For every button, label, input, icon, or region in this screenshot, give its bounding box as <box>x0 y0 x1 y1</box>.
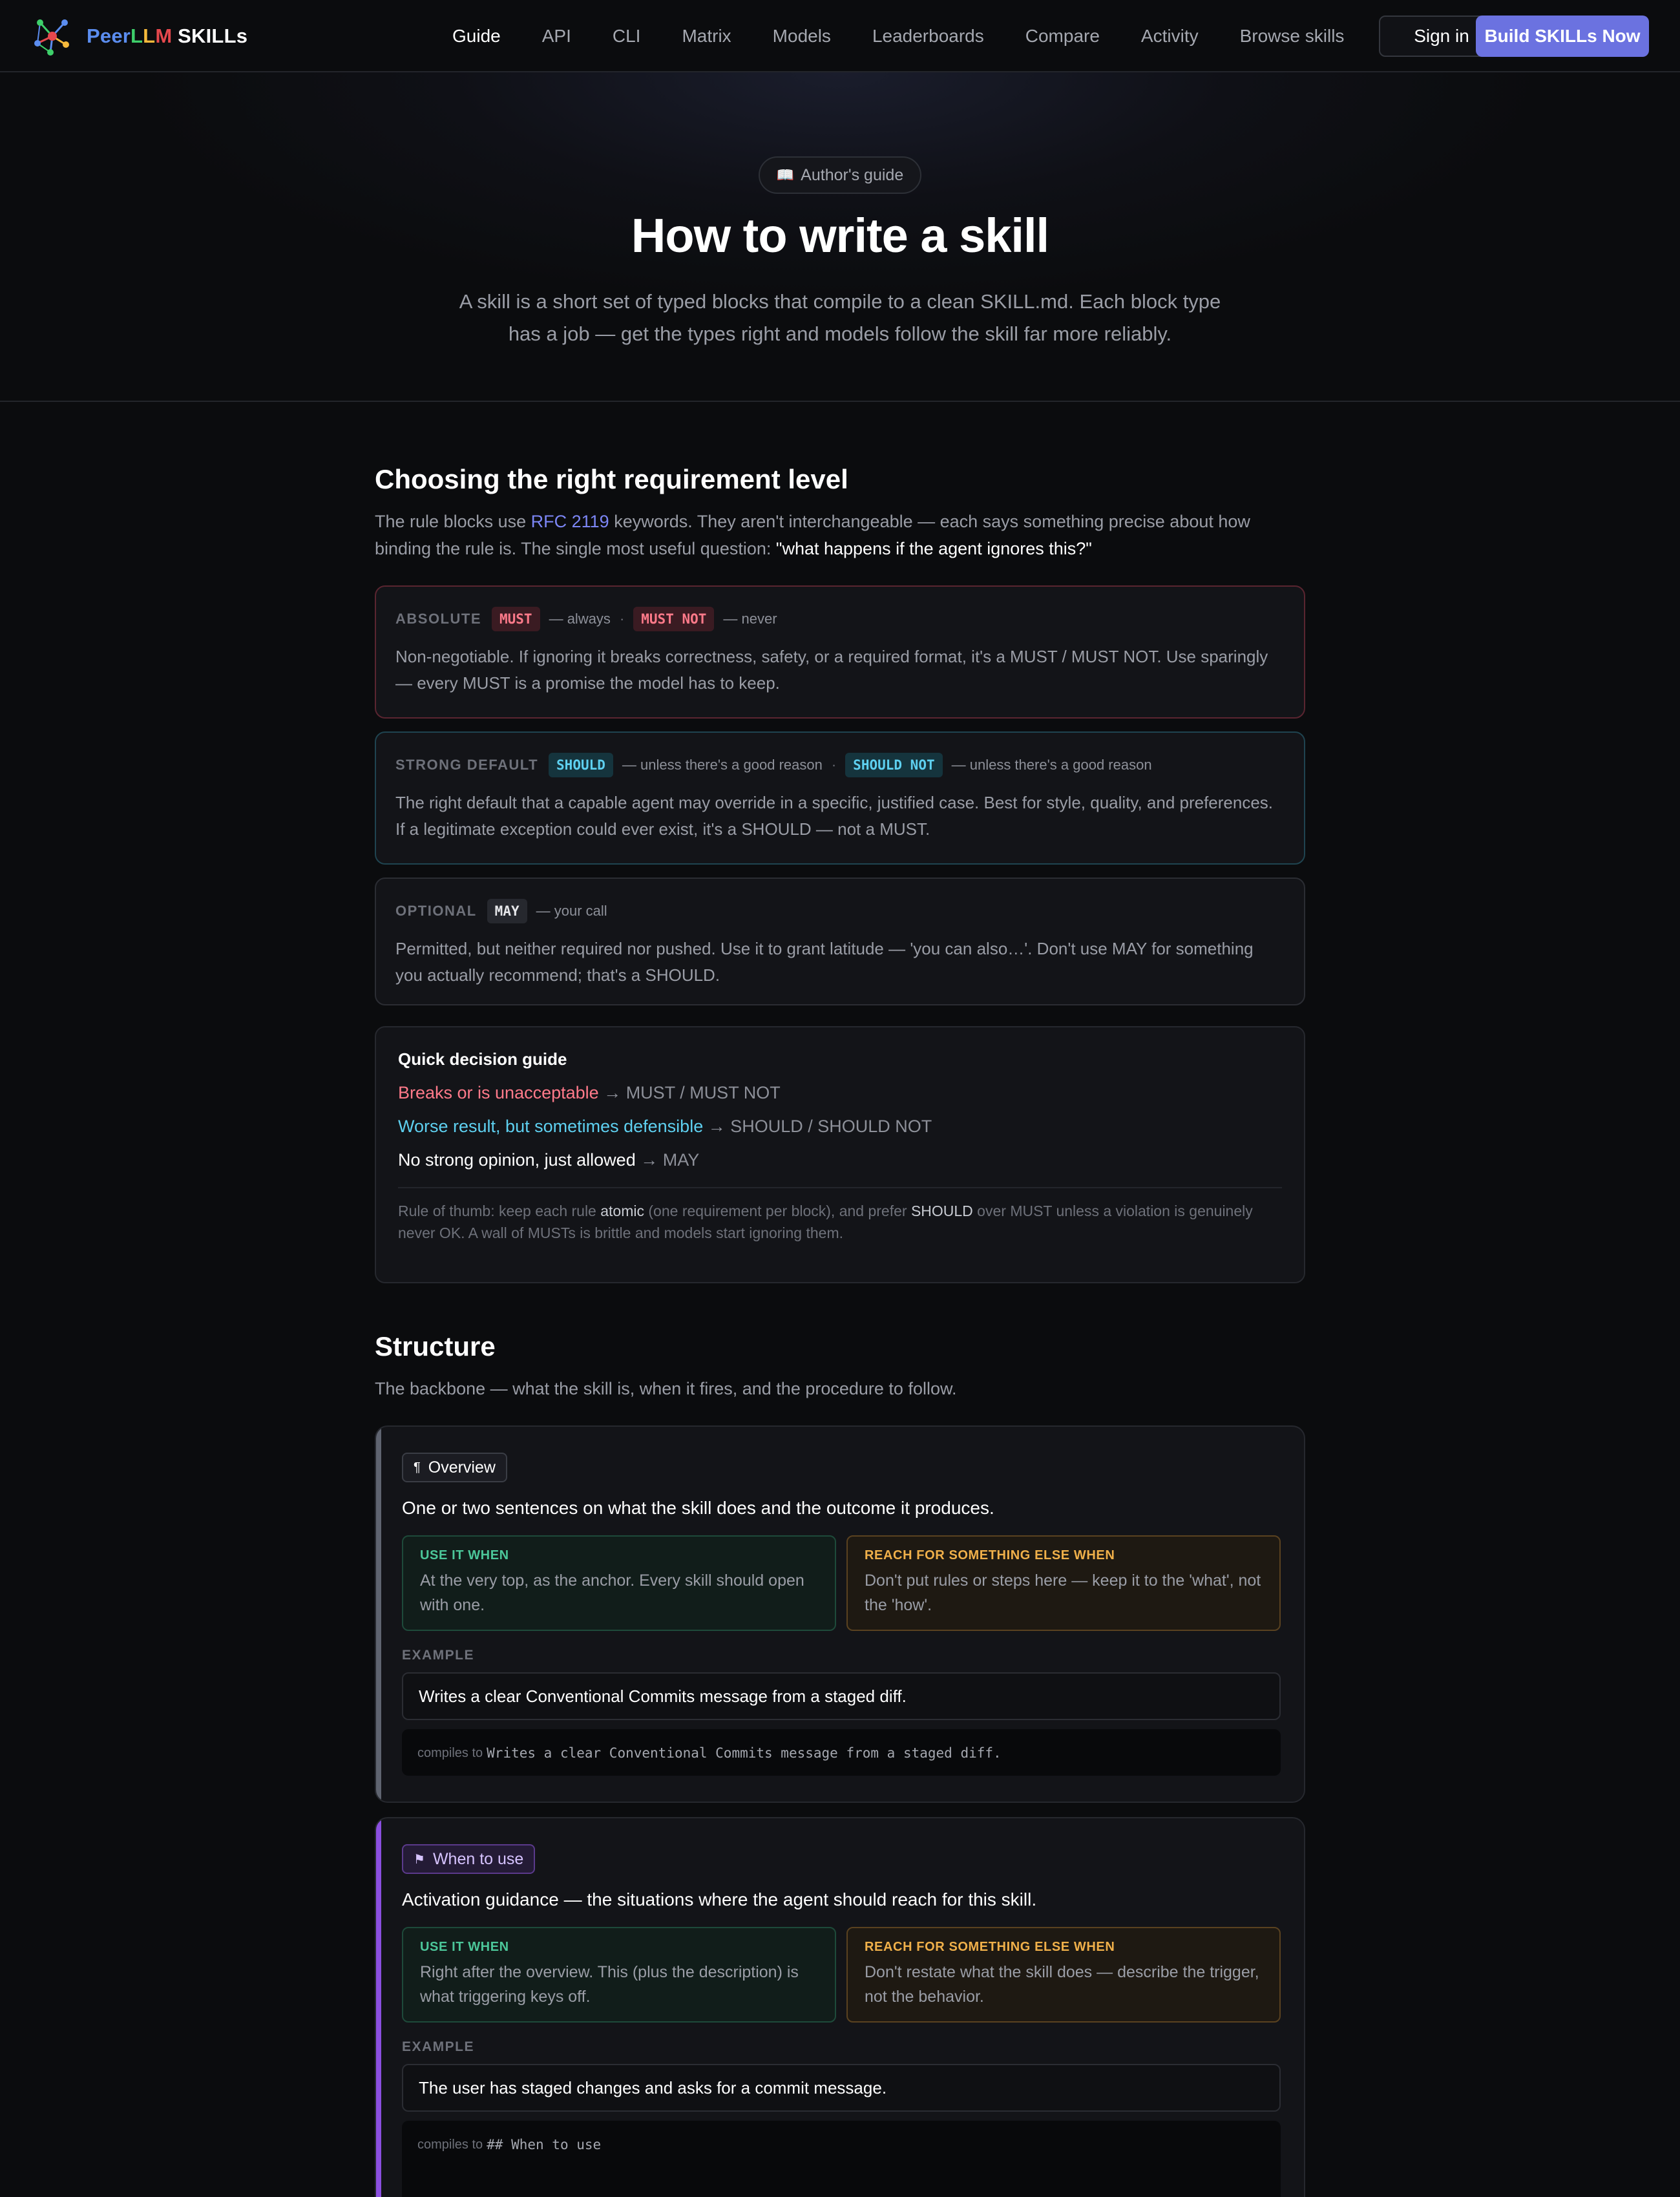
compiled-code: Writes a clear Conventional Commits mess… <box>487 1745 1002 1761</box>
compiled-output: compiles to Writes a clear Conventional … <box>402 1729 1281 1776</box>
use-it-when-box: USE IT WHEN At the very top, as the anch… <box>402 1535 836 1631</box>
separator-dot: · <box>831 757 837 773</box>
page-title: How to write a skill <box>631 209 1049 262</box>
tag-label: Overview <box>428 1458 496 1477</box>
authors-guide-badge: 📖 Author's guide <box>759 156 921 194</box>
top-nav: PeerLLM SKILLs Guide API CLI Matrix Mode… <box>0 0 1680 72</box>
keyword-must: MUST <box>492 607 540 631</box>
pilcrow-icon: ¶ <box>414 1460 421 1475</box>
nav-link-leaderboards[interactable]: Leaderboards <box>872 26 984 47</box>
use-heading: USE IT WHEN <box>420 1940 509 1954</box>
guide-row-may: No strong opinion, just allowed → MAY <box>398 1150 700 1170</box>
requirements-heading: Choosing the right requirement level <box>375 464 848 494</box>
nav-link-models[interactable]: Models <box>773 26 831 47</box>
nav-link-api[interactable]: API <box>542 26 571 47</box>
block-card-when-to-use: ⚑ When to use Activation guidance — the … <box>375 1817 1305 2197</box>
network-logo-icon <box>34 19 69 56</box>
block-type-tag-when-to-use: ⚑ When to use <box>402 1844 536 1874</box>
nav-link-activity[interactable]: Activity <box>1141 26 1199 47</box>
level-header: ABSOLUTE MUST — always · MUST NOT — neve… <box>395 606 1285 632</box>
usage-grid: USE IT WHEN At the very top, as the anch… <box>402 1535 1281 1631</box>
book-icon: 📖 <box>776 167 795 183</box>
keyword-desc: — never <box>723 611 777 627</box>
example-box: The user has staged changes and asks for… <box>402 2064 1281 2112</box>
brand-name: PeerLLM SKILLs <box>87 25 248 47</box>
level-card-optional: OPTIONAL MAY — your call Permitted, but … <box>375 878 1305 1005</box>
block-type-tag-overview: ¶ Overview <box>402 1453 507 1482</box>
else-text: Don't put rules or steps here — keep it … <box>865 1572 1261 1614</box>
nav-link-browse-skills[interactable]: Browse skills <box>1240 26 1345 47</box>
use-text: At the very top, as the anchor. Every sk… <box>420 1572 804 1614</box>
example-label: EXAMPLE <box>402 1648 475 1663</box>
block-lead: Activation guidance — the situations whe… <box>402 1889 1037 1909</box>
flag-icon: ⚑ <box>414 1852 425 1867</box>
brand-logo-link[interactable]: PeerLLM SKILLs <box>31 14 247 58</box>
structure-heading: Structure <box>375 1331 496 1361</box>
use-something-else-box: REACH FOR SOMETHING ELSE WHEN Don't rest… <box>846 1927 1281 2023</box>
keyword-must-not: MUST NOT <box>633 607 715 631</box>
nav-link-cli[interactable]: CLI <box>613 26 641 47</box>
block-accent-bar <box>376 1818 381 2197</box>
use-it-when-box: USE IT WHEN Right after the overview. Th… <box>402 1927 836 2023</box>
keyword-should-not: SHOULD NOT <box>845 753 943 777</box>
usage-grid: USE IT WHEN Right after the overview. Th… <box>402 1927 1281 2023</box>
guide-title: Quick decision guide <box>398 1049 567 1069</box>
compiles-to-label: compiles to <box>417 2138 483 2152</box>
rfc-2119-link[interactable]: RFC 2119 <box>531 512 609 531</box>
compiled-output: compiles to ## When to use <box>402 2121 1281 2197</box>
level-body: Non-negotiable. If ignoring it breaks co… <box>395 647 1268 693</box>
level-card-strong-default: STRONG DEFAULT SHOULD — unless there's a… <box>375 731 1305 865</box>
else-text: Don't restate what the skill does — desc… <box>865 1963 1259 2006</box>
quick-decision-guide: Quick decision guide Breaks or is unacce… <box>375 1026 1305 1283</box>
page-subtitle: A skill is a short set of typed blocks t… <box>459 290 1221 345</box>
level-header: STRONG DEFAULT SHOULD — unless there's a… <box>395 752 1285 778</box>
nav-link-compare[interactable]: Compare <box>1025 26 1100 47</box>
level-card-absolute: ABSOLUTE MUST — always · MUST NOT — neve… <box>375 585 1305 719</box>
keyword-may: MAY <box>487 899 527 923</box>
nav-link-guide[interactable]: Guide <box>452 26 501 47</box>
keyword-desc: — unless there's a good reason <box>622 757 823 773</box>
level-label: STRONG DEFAULT <box>395 757 539 773</box>
separator-dot: · <box>619 611 625 627</box>
use-heading: USE IT WHEN <box>420 1548 509 1562</box>
block-content: ⚑ When to use Activation guidance — the … <box>402 1844 1281 2197</box>
use-text: Right after the overview. This (plus the… <box>420 1963 799 2006</box>
guide-row-should: Worse result, but sometimes defensible →… <box>398 1117 932 1136</box>
else-heading: REACH FOR SOMETHING ELSE WHEN <box>865 1548 1115 1562</box>
nav-link-matrix[interactable]: Matrix <box>682 26 731 47</box>
block-accent-bar <box>376 1427 381 1802</box>
nav-links: Guide API CLI Matrix Models Leaderboards… <box>452 0 1385 72</box>
block-content: ¶ Overview One or two sentences on what … <box>402 1453 1281 1776</box>
hero: 📖 Author's guide How to write a skill A … <box>0 72 1680 402</box>
keyword-desc: — your call <box>536 903 607 919</box>
guide-row-must: Breaks or is unacceptable → MUST / MUST … <box>398 1083 781 1102</box>
badge-label: Author's guide <box>801 165 904 184</box>
example-label: EXAMPLE <box>402 2039 475 2054</box>
example-box: Writes a clear Conventional Commits mess… <box>402 1672 1281 1720</box>
level-body: Permitted, but neither required nor push… <box>395 939 1254 985</box>
keyword-desc: — unless there's a good reason <box>951 757 1152 773</box>
rule-of-thumb: Rule of thumb: keep each rule atomic (on… <box>398 1203 1253 1241</box>
tag-label: When to use <box>432 1849 524 1868</box>
level-label: OPTIONAL <box>395 903 477 919</box>
keyword-desc: — always <box>549 611 611 627</box>
build-skills-button[interactable]: Build SKILLs Now <box>1476 16 1649 57</box>
compiles-to-label: compiles to <box>417 1746 483 1760</box>
divider <box>398 1187 1282 1188</box>
else-heading: REACH FOR SOMETHING ELSE WHEN <box>865 1940 1115 1954</box>
block-card-overview: ¶ Overview One or two sentences on what … <box>375 1425 1305 1803</box>
use-something-else-box: REACH FOR SOMETHING ELSE WHEN Don't put … <box>846 1535 1281 1631</box>
block-lead: One or two sentences on what the skill d… <box>402 1498 994 1518</box>
keyword-should: SHOULD <box>549 753 613 777</box>
requirements-intro: The rule blocks use RFC 2119 keywords. T… <box>375 512 1250 558</box>
level-label: ABSOLUTE <box>395 611 481 627</box>
level-header: OPTIONAL MAY — your call <box>395 898 1285 924</box>
level-body: The right default that a capable agent m… <box>395 793 1274 839</box>
compiled-code: ## When to use <box>487 2137 602 2152</box>
structure-intro: The backbone — what the skill is, when i… <box>375 1379 957 1398</box>
